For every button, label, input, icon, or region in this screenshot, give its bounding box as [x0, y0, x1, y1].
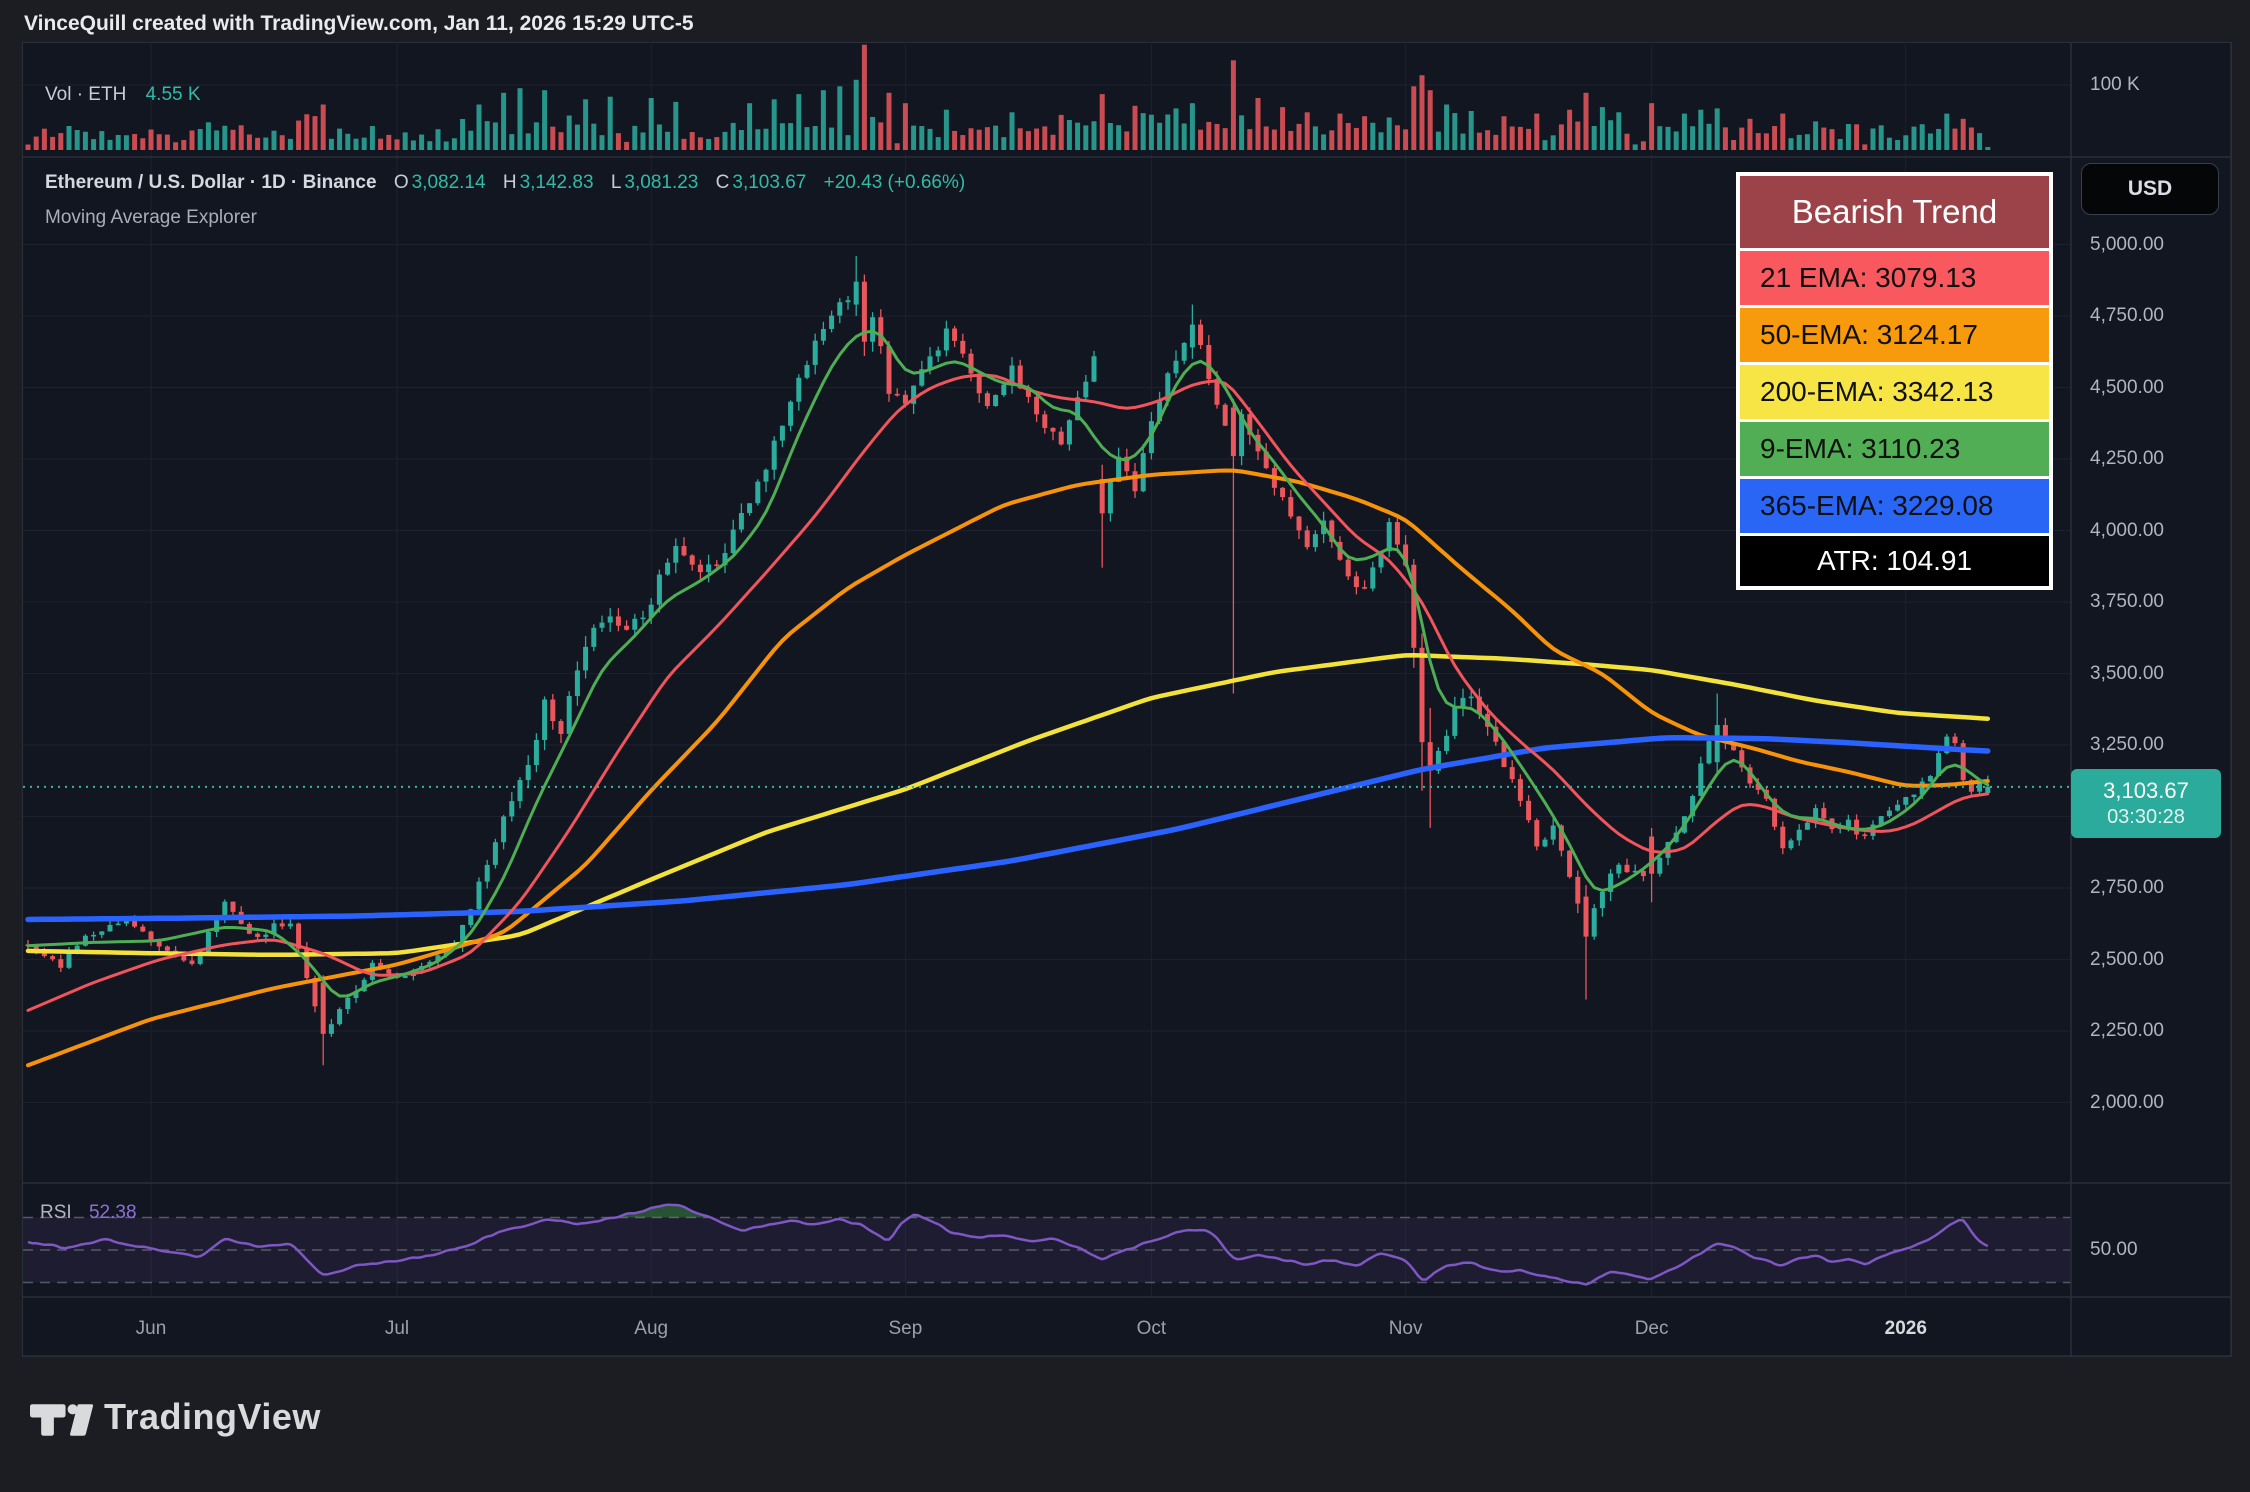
time-axis-label: Jul [357, 1318, 437, 1340]
open-value: 3,082.14 [412, 172, 486, 193]
rsi-legend: RSI 52.38 [40, 1202, 137, 1224]
price-axis-label: 4,250.00 [2090, 447, 2164, 471]
volume-value: 4.55 K [146, 84, 201, 105]
trend-legend-box: Bearish Trend 21 EMA: 3079.1350-EMA: 312… [1736, 172, 2053, 590]
change-value: +20.43 (+0.66%) [824, 172, 966, 193]
price-axis-label: 2,000.00 [2090, 1091, 2164, 1115]
ema-legend-row: 50-EMA: 3124.17 [1740, 308, 2049, 362]
low-label: L [611, 172, 622, 193]
ema-legend-rows: 21 EMA: 3079.1350-EMA: 3124.17200-EMA: 3… [1740, 251, 2049, 533]
price-axis-label: 2,750.00 [2090, 876, 2164, 900]
close-label: C [716, 172, 730, 193]
symbol-header: Ethereum / U.S. Dollar · 1D · Binance O3… [45, 172, 965, 194]
time-axis-label: Jun [111, 1318, 191, 1340]
current-price-tag: 3,103.67 03:30:28 [2071, 769, 2221, 838]
price-axis-label: 3,250.00 [2090, 733, 2164, 757]
rsi-value: 52.38 [89, 1202, 137, 1223]
ema-legend-row: 9-EMA: 3110.23 [1740, 422, 2049, 476]
price-axis-label: 4,750.00 [2090, 304, 2164, 328]
price-axis-label: 2,250.00 [2090, 1019, 2164, 1043]
time-axis-label: Aug [611, 1318, 691, 1340]
tradingview-logo-icon[interactable] [30, 1392, 94, 1448]
price-axis-label: 3,750.00 [2090, 590, 2164, 614]
indicator-subtitle: Moving Average Explorer [45, 207, 257, 229]
tradingview-wordmark[interactable]: TradingView [104, 1396, 321, 1438]
volume-axis-label: 100 K [2090, 73, 2140, 97]
low-value: 3,081.23 [624, 172, 698, 193]
time-axis-label: 2026 [1866, 1318, 1946, 1340]
time-axis-label: Nov [1366, 1318, 1446, 1340]
trend-status-badge: Bearish Trend [1740, 176, 2049, 248]
rsi-label: RSI [40, 1202, 72, 1223]
high-label: H [503, 172, 517, 193]
volume-label: Vol · ETH [45, 84, 126, 105]
time-axis-label: Dec [1612, 1318, 1692, 1340]
price-axis-label: 4,000.00 [2090, 519, 2164, 543]
volume-legend: Vol · ETH 4.55 K [45, 84, 201, 106]
current-price-value: 3,103.67 [2103, 777, 2189, 805]
tradingview-screenshot: VinceQuill created with TradingView.com,… [0, 0, 2250, 1492]
atr-value: ATR: 104.91 [1740, 536, 2049, 586]
currency-toggle-button[interactable]: USD [2081, 163, 2219, 215]
price-axis-label: 2,500.00 [2090, 948, 2164, 972]
open-label: O [394, 172, 409, 193]
rsi-axis-label: 50.00 [2090, 1238, 2138, 1262]
price-axis-label: 4,500.00 [2090, 376, 2164, 400]
time-axis-label: Oct [1111, 1318, 1191, 1340]
price-axis-label: 3,500.00 [2090, 662, 2164, 686]
ema-legend-row: 21 EMA: 3079.13 [1740, 251, 2049, 305]
bar-countdown: 03:30:28 [2107, 805, 2185, 830]
ema-legend-row: 200-EMA: 3342.13 [1740, 365, 2049, 419]
price-axis-label: 5,000.00 [2090, 233, 2164, 257]
high-value: 3,142.83 [520, 172, 594, 193]
symbol-name: Ethereum / U.S. Dollar · 1D · Binance [45, 172, 377, 193]
ema-legend-row: 365-EMA: 3229.08 [1740, 479, 2049, 533]
close-value: 3,103.67 [732, 172, 806, 193]
time-axis-label: Sep [865, 1318, 945, 1340]
